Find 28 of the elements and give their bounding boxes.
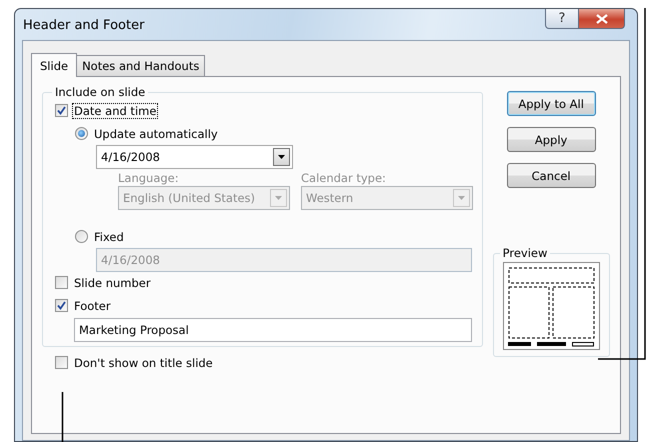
- radio-label[interactable]: Fixed: [92, 228, 126, 244]
- tab[interactable]: Notes and Handouts: [76, 55, 206, 76]
- help-button[interactable]: ?: [545, 9, 579, 29]
- checkbox[interactable]: [55, 104, 68, 117]
- radio-button[interactable]: [75, 230, 88, 243]
- checkbox-label[interactable]: Date and time: [72, 102, 158, 118]
- dialog-button[interactable]: Apply to All: [506, 91, 596, 116]
- close-icon: [596, 14, 608, 24]
- checkbox[interactable]: [55, 276, 68, 289]
- tab[interactable]: Slide: [31, 53, 78, 77]
- checkbox[interactable]: [55, 299, 68, 312]
- field-label: Calendar type:: [301, 171, 387, 185]
- checkbox-label[interactable]: Slide number: [72, 274, 153, 290]
- group-title: Include on slide: [54, 85, 146, 99]
- group-title: Preview: [502, 246, 548, 260]
- leader-line: [61, 392, 64, 442]
- radio-label[interactable]: Update automatically: [92, 126, 220, 142]
- window-title: Header and Footer: [22, 17, 144, 33]
- dialog-button[interactable]: Apply: [506, 127, 596, 152]
- field-label: Language:: [118, 171, 180, 185]
- radio-button[interactable]: [75, 127, 88, 140]
- checkbox[interactable]: [55, 356, 68, 369]
- checkbox-label[interactable]: Don't show on title slide: [72, 354, 215, 370]
- input-field[interactable]: Marketing Proposal: [74, 318, 472, 342]
- checkbox-label[interactable]: Footer: [72, 298, 113, 314]
- dropdown[interactable]: 4/16/2008: [96, 144, 293, 168]
- dialog-button[interactable]: Cancel: [506, 163, 596, 188]
- close-button[interactable]: [579, 9, 625, 29]
